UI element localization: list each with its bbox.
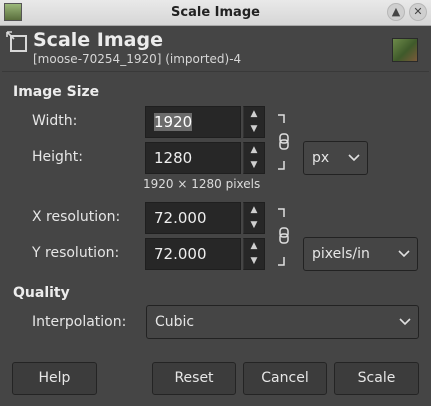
- y-resolution-spinner[interactable]: ▲ ▼: [243, 238, 265, 270]
- x-resolution-spinner[interactable]: ▲ ▼: [243, 202, 265, 234]
- y-resolution-label: Y resolution:: [32, 245, 120, 261]
- decrement-icon[interactable]: ▼: [244, 218, 264, 233]
- window-title: Scale Image: [171, 5, 260, 20]
- scale-image-dialog: Scale Image ▲ ✕ Scale Image [moose-70254…: [0, 0, 431, 406]
- image-thumbnail: [392, 38, 418, 62]
- size-unit-value: px: [312, 150, 330, 166]
- chain-link-icon[interactable]: [275, 207, 291, 267]
- increment-icon[interactable]: ▲: [244, 143, 264, 158]
- chevron-up-icon: ▲: [391, 5, 401, 18]
- maximize-button[interactable]: ▲: [387, 3, 405, 21]
- decrement-icon[interactable]: ▼: [244, 254, 264, 269]
- width-field[interactable]: 1920: [145, 106, 241, 138]
- pixel-dimensions-note: 1920 × 1280 pixels: [143, 177, 261, 191]
- image-name-subtitle: [moose-70254_1920] (imported)-4: [33, 52, 242, 66]
- title-bar: Scale Image ▲ ✕: [0, 0, 431, 26]
- height-label: Height:: [32, 149, 83, 165]
- height-spinner[interactable]: ▲ ▼: [243, 142, 265, 174]
- header-separator: [2, 71, 429, 72]
- y-resolution-field[interactable]: 72.000: [145, 238, 241, 270]
- chevron-down-icon: [399, 318, 411, 326]
- chevron-down-icon: [348, 154, 360, 162]
- reset-button[interactable]: Reset: [152, 362, 236, 395]
- close-button[interactable]: ✕: [409, 3, 427, 21]
- x-resolution-value: 72.000: [154, 209, 207, 227]
- quality-heading: Quality: [13, 285, 70, 301]
- resolution-unit-value: pixels/in: [312, 246, 370, 262]
- chain-link-icon[interactable]: [275, 113, 291, 171]
- interpolation-dropdown[interactable]: Cubic: [146, 305, 419, 339]
- x-resolution-field[interactable]: 72.000: [145, 202, 241, 234]
- decrement-icon[interactable]: ▼: [244, 158, 264, 173]
- help-button[interactable]: Help: [12, 362, 97, 395]
- dialog-heading: Scale Image: [33, 29, 163, 51]
- resolution-unit-dropdown[interactable]: pixels/in: [303, 237, 418, 271]
- size-unit-dropdown[interactable]: px: [303, 141, 368, 175]
- decrement-icon[interactable]: ▼: [244, 122, 264, 137]
- interpolation-value: Cubic: [155, 314, 195, 330]
- x-resolution-label: X resolution:: [32, 209, 121, 225]
- close-icon: ✕: [413, 5, 423, 18]
- height-value: 1280: [154, 149, 193, 167]
- increment-icon[interactable]: ▲: [244, 239, 264, 254]
- interpolation-label: Interpolation:: [32, 314, 127, 330]
- scale-button[interactable]: Scale: [334, 362, 419, 395]
- scale-tool-icon: [6, 31, 27, 52]
- increment-icon[interactable]: ▲: [244, 107, 264, 122]
- chevron-down-icon: [398, 250, 410, 258]
- width-value: 1920: [154, 113, 193, 131]
- height-field[interactable]: 1280: [145, 142, 241, 174]
- increment-icon[interactable]: ▲: [244, 203, 264, 218]
- image-size-heading: Image Size: [13, 84, 100, 100]
- width-spinner[interactable]: ▲ ▼: [243, 106, 265, 138]
- cancel-button[interactable]: Cancel: [243, 362, 327, 395]
- width-label: Width:: [32, 113, 78, 129]
- y-resolution-value: 72.000: [154, 245, 207, 263]
